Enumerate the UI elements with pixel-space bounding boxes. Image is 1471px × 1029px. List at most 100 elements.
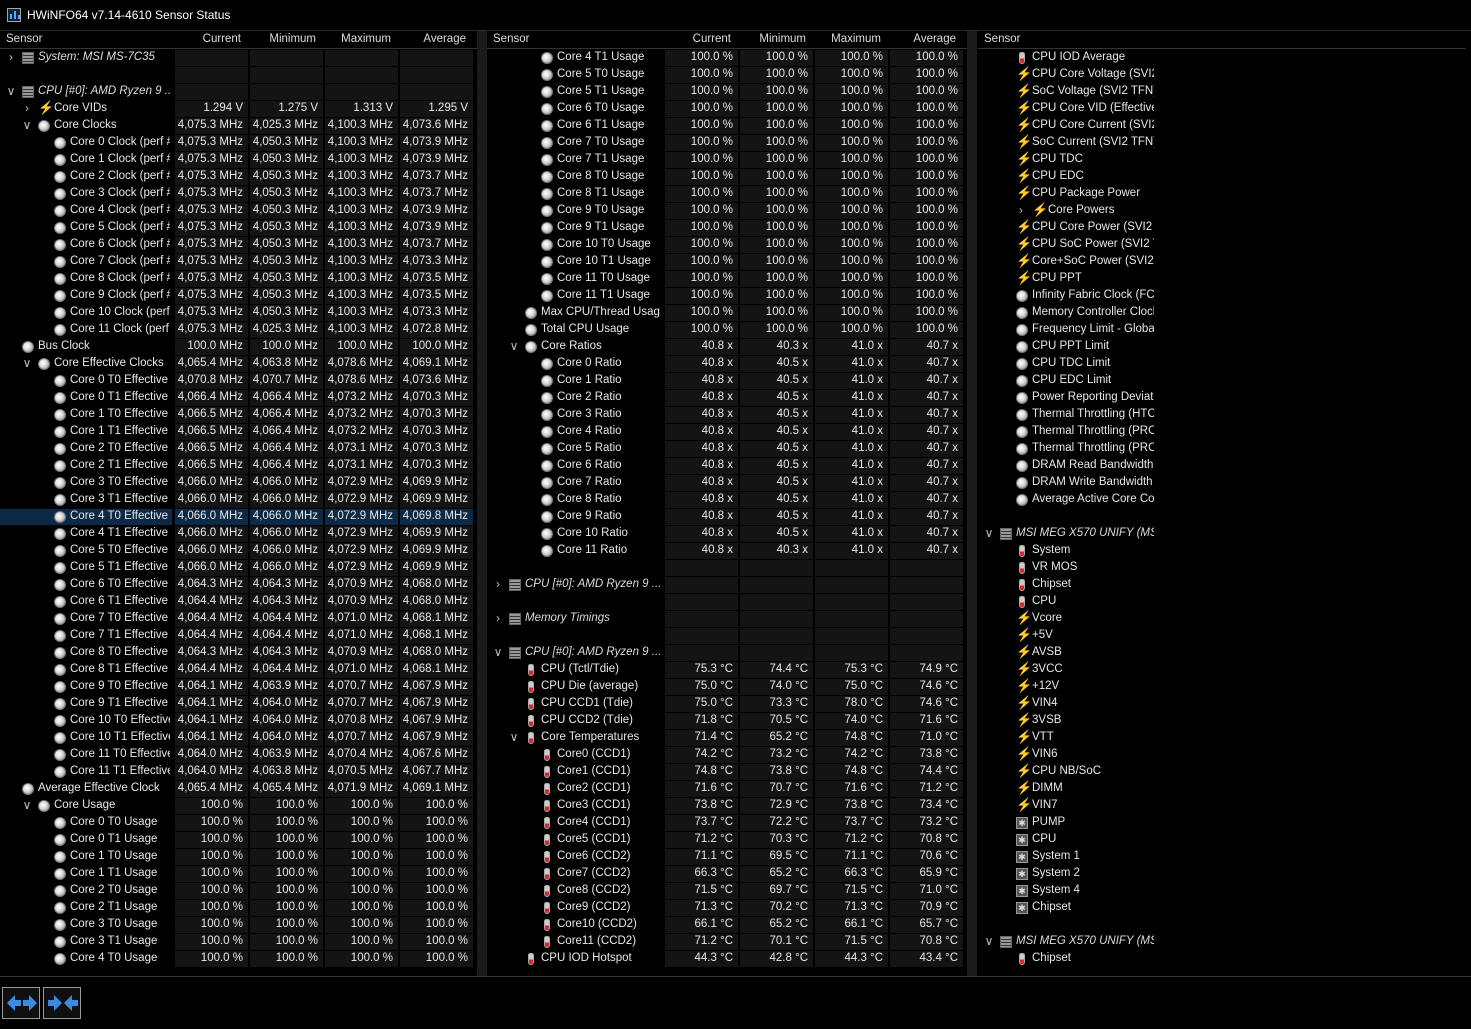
sensor-row[interactable]: Core 1 Clock (perf #... 4,075.3 MHz 4,050.… xyxy=(0,152,477,169)
sensor-row[interactable]: CPU (Tctl/Tdie) 75.3 °C 74.4 °C 75.3 °C 74.9… xyxy=(487,662,967,679)
sensor-row[interactable]: Core 3 T0 Effective C... 4,066.0 MHz 4,066… xyxy=(0,475,477,492)
sensor-row[interactable]: Core 8 Clock (perf #... 4,075.3 MHz 4,050.… xyxy=(0,271,477,288)
sensor-row[interactable]: Core 7 T0 Usage 100.0 % 100.0 % 100.0 % 100.… xyxy=(487,135,967,152)
sensor-row[interactable]: ✱Chipset6,650 RPM0 RPM8,181 RPM2,496 RPM xyxy=(978,900,1466,917)
sensor-row[interactable]: ∨ Core Usage 100.0 % 100.0 % 100.0 % 100.0 % xyxy=(0,798,477,815)
column-header[interactable]: SensorCurrentMinimumMaximumAverage xyxy=(487,31,967,49)
sensor-row[interactable]: Chipset60.3 °C60.3 °C61.8 °C60.9 °C xyxy=(978,951,1466,968)
sensor-row[interactable]: ⚡CPU Package Power135.902 W134.421 W136.… xyxy=(978,186,1466,203)
sensor-row[interactable]: Core 9 T1 Effective C... 4,064.1 MHz 4,064… xyxy=(0,696,477,713)
sensor-row[interactable]: Core 2 Clock (perf #... 4,075.3 MHz 4,050.… xyxy=(0,169,477,186)
sensor-row[interactable]: Core 3 T0 Usage 100.0 % 100.0 % 100.0 % 100.… xyxy=(0,917,477,934)
sensor-row[interactable]: Core 8 Ratio 40.8 x 40.5 x 41.0 x 40.7 x xyxy=(487,492,967,509)
sensor-row[interactable]: ⚡CPU Core Power (SVI2 TFN)115.696 W115.0… xyxy=(978,220,1466,237)
collapse-chevron-icon[interactable]: ∨ xyxy=(509,340,519,353)
sensor-row[interactable]: Core3 (CCD1) 73.8 °C 72.9 °C 73.8 °C 73.4 °C xyxy=(487,798,967,815)
sensor-row[interactable]: ⚡DIMM1.216 V1.212 V1.216 V1.216 V xyxy=(978,781,1466,798)
sensor-row[interactable]: Core 4 T0 Usage 100.0 % 100.0 % 100.0 % 100.… xyxy=(0,951,477,968)
sensor-row[interactable]: Core7 (CCD2) 66.3 °C 65.2 °C 66.3 °C 65.9 °C xyxy=(487,866,967,883)
sensor-row[interactable]: Core 0 Ratio 40.8 x 40.5 x 41.0 x 40.7 x xyxy=(487,356,967,373)
collapse-chevron-icon[interactable]: ∨ xyxy=(984,935,994,948)
column-header[interactable]: SensorCurrentMinimumMaximumAverage xyxy=(0,31,477,49)
sensor-row[interactable]: Core 4 Ratio 40.8 x 40.5 x 41.0 x 40.7 x xyxy=(487,424,967,441)
sensor-row[interactable]: Core 3 Clock (perf #... 4,075.3 MHz 4,050.… xyxy=(0,186,477,203)
collapse-chevron-icon[interactable]: ∨ xyxy=(22,119,32,132)
sensor-row[interactable]: Core 10 Clock (perf ... 4,075.3 MHz 4,050.… xyxy=(0,305,477,322)
sensor-row[interactable]: CPU IOD Hotspot 44.3 °C 42.8 °C 44.3 °C 43.4… xyxy=(487,951,967,968)
sensor-row[interactable]: ⚡AVSB3.360 V3.350 V3.362 V3.360 V xyxy=(978,645,1466,662)
sensor-row[interactable]: Core 6 Ratio 40.8 x 40.5 x 41.0 x 40.7 x xyxy=(487,458,967,475)
sensor-row[interactable]: Average Active Core Count12.012.012.012.… xyxy=(978,492,1466,509)
sensor-row[interactable]: Core 9 T0 Effective C... 4,064.1 MHz 4,063… xyxy=(0,679,477,696)
collapse-chevron-icon[interactable]: ∨ xyxy=(493,646,503,659)
sensor-row[interactable]: ›⚡Core Powers9.192 W8.505 W10.109 W9.189… xyxy=(978,203,1466,220)
sensor-row[interactable]: Core 3 Ratio 40.8 x 40.5 x 41.0 x 40.7 x xyxy=(487,407,967,424)
sensor-row[interactable]: Core 9 T1 Usage 100.0 % 100.0 % 100.0 % 100.… xyxy=(487,220,967,237)
sensor-row[interactable]: Core 5 T0 Usage 100.0 % 100.0 % 100.0 % 100.… xyxy=(487,67,967,84)
header-sensor[interactable]: Sensor xyxy=(493,33,529,45)
sensor-row[interactable]: Core 8 T0 Effective C... 4,064.3 MHz 4,064… xyxy=(0,645,477,662)
sensor-row[interactable]: Infinity Fabric Clock (FCLK)1,200.0 MHz1… xyxy=(978,288,1466,305)
sensor-row[interactable]: Core 10 T0 Effective ... 4,064.1 MHz 4,064… xyxy=(0,713,477,730)
sensor-group-row[interactable]: › System: MSI MS-7C35 xyxy=(0,50,477,67)
sensor-row[interactable]: Core 1 Ratio 40.8 x 40.5 x 41.0 x 40.7 x xyxy=(487,373,967,390)
hwinfo-app-icon[interactable] xyxy=(7,8,21,22)
collapse-chevron-icon[interactable]: ∨ xyxy=(984,527,994,540)
sensor-row[interactable]: ⚡+5V5.010 V5.010 V5.020 V5.010 V xyxy=(978,628,1466,645)
collapse-chevron-icon[interactable]: ∨ xyxy=(6,85,16,98)
header-sensor[interactable]: Sensor xyxy=(6,33,42,45)
collapse-chevron-icon[interactable]: ∨ xyxy=(509,731,519,744)
header-current[interactable]: Current xyxy=(174,33,241,45)
sensor-row[interactable]: ⚡CPU PPT135.913 W135.366 W136.250 W135.7… xyxy=(978,271,1466,288)
sensor-row[interactable]: Core8 (CCD2) 71.5 °C 69.7 °C 71.5 °C 71.0 °C xyxy=(487,883,967,900)
sensor-row[interactable]: ✱System 41,252 RPM1,244 RPM1,275 RPM1,25… xyxy=(978,883,1466,900)
sensor-row[interactable]: Core 0 T1 Usage 100.0 % 100.0 % 100.0 % 100.… xyxy=(0,832,477,849)
sensor-row[interactable]: Core 8 T1 Effective C... 4,064.4 MHz 4,064… xyxy=(0,662,477,679)
sensor-row[interactable]: Core 4 Clock (perf #... 4,075.3 MHz 4,050.… xyxy=(0,203,477,220)
collapse-chevron-icon[interactable]: ∨ xyxy=(22,799,32,812)
header-current[interactable]: Current xyxy=(664,33,731,45)
sensor-row[interactable]: Core 2 T0 Usage 100.0 % 100.0 % 100.0 % 100.… xyxy=(0,883,477,900)
sensor-row[interactable]: CPU CCD1 (Tdie) 75.0 °C 73.3 °C 78.0 °C 74.6… xyxy=(487,696,967,713)
sensor-row[interactable]: Core 10 T0 Usage 100.0 % 100.0 % 100.0 % 100… xyxy=(487,237,967,254)
compact-view-button[interactable] xyxy=(43,987,81,1019)
sensor-row[interactable]: Core 1 T1 Usage 100.0 % 100.0 % 100.0 % 100.… xyxy=(0,866,477,883)
expand-chevron-icon[interactable]: › xyxy=(493,612,503,625)
sensor-row[interactable]: Core 10 T1 Usage 100.0 % 100.0 % 100.0 % 100… xyxy=(487,254,967,271)
sensor-row[interactable]: Core 7 T1 Usage 100.0 % 100.0 % 100.0 % 100.… xyxy=(487,152,967,169)
sensor-row[interactable]: CPU75 °C74 °C75 °C75 °C xyxy=(978,594,1466,611)
sensor-row[interactable]: ⚡CPU Core VID (Effective)1.369 V1.350 V1… xyxy=(978,101,1466,118)
sensor-row[interactable]: Bus Clock 100.0 MHz 100.0 MHz 100.0 MHz 100.… xyxy=(0,339,477,356)
sensor-row[interactable]: CPU Die (average) 75.0 °C 74.0 °C 75.0 °C 74… xyxy=(487,679,967,696)
sensor-row[interactable]: ⚡VIN71.512 V1.510 V1.514 V1.512 V xyxy=(978,798,1466,815)
sensor-row[interactable]: Core 9 T0 Usage 100.0 % 100.0 % 100.0 % 100.… xyxy=(487,203,967,220)
sensor-row[interactable]: Total CPU Usage 100.0 % 100.0 % 100.0 % 100.… xyxy=(487,322,967,339)
sensor-row[interactable]: ⚡CPU Core Voltage (SVI2 T...1.300 V1.281… xyxy=(978,67,1466,84)
sensor-row[interactable]: Core 1 T0 Usage 100.0 % 100.0 % 100.0 % 100.… xyxy=(0,849,477,866)
sensor-row[interactable]: Core 1 T1 Effective C... 4,066.5 MHz 4,066… xyxy=(0,424,477,441)
panel-splitter[interactable] xyxy=(477,31,487,976)
sensor-row[interactable]: DRAM Read Bandwidth0.051 Gbps0.051 Gbps0… xyxy=(978,458,1466,475)
column-header[interactable]: SensorCurrentMinimumMaximumAverage xyxy=(978,31,1466,49)
sensor-row[interactable]: Core 0 Clock (perf #... 4,075.3 MHz 4,050.… xyxy=(0,135,477,152)
sensor-row[interactable]: Core 11 Ratio 40.8 x 40.3 x 41.0 x 40.7 x xyxy=(487,543,967,560)
sensor-row[interactable]: Core5 (CCD1) 71.2 °C 70.3 °C 71.2 °C 70.8 °C xyxy=(487,832,967,849)
sensor-row[interactable]: Core 5 Ratio 40.8 x 40.5 x 41.0 x 40.7 x xyxy=(487,441,967,458)
sensor-row[interactable]: Core 1 T0 Effective C... 4,066.5 MHz 4,066… xyxy=(0,407,477,424)
sensor-row[interactable]: Core6 (CCD2) 71.1 °C 69.5 °C 71.1 °C 70.6 °C xyxy=(487,849,967,866)
sensor-row[interactable]: Max CPU/Thread Usage 100.0 % 100.0 % 100.0 … xyxy=(487,305,967,322)
sensor-row[interactable]: Core 4 T1 Effective C... 4,066.0 MHz 4,066… xyxy=(0,526,477,543)
sensor-row[interactable]: CPU PPT Limit95.7 %95.3 %96.0 %95.6 % xyxy=(978,339,1466,356)
sensor-row[interactable]: Core 2 T1 Effective C... 4,066.5 MHz 4,066… xyxy=(0,458,477,475)
sensor-row[interactable]: Core 9 Ratio 40.8 x 40.5 x 41.0 x 40.7 x xyxy=(487,509,967,526)
sensor-row[interactable]: ∨ Core Ratios 40.8 x 40.3 x 41.0 x 40.7 x xyxy=(487,339,967,356)
sensor-row[interactable]: Core 2 T1 Usage 100.0 % 100.0 % 100.0 % 100.… xyxy=(0,900,477,917)
sensor-row[interactable]: Core 7 T1 Effective C... 4,064.4 MHz 4,064… xyxy=(0,628,477,645)
collapse-chevron-icon[interactable]: ∨ xyxy=(22,357,32,370)
sensor-row[interactable]: ∨ Core Effective Clocks 4,065.4 MHz 4,063.8… xyxy=(0,356,477,373)
sensor-row[interactable]: Core 4 T1 Usage 100.0 % 100.0 % 100.0 % 100.… xyxy=(487,50,967,67)
header-average[interactable]: Average xyxy=(889,33,956,45)
sensor-row[interactable]: ⚡CPU SoC Power (SVI2 TFN)10.034 W10.002 … xyxy=(978,237,1466,254)
sensor-row[interactable]: ⚡SoC Current (SVI2 TFN)9.911 A9.879 A10.… xyxy=(978,135,1466,152)
sensor-row[interactable]: Core 11 T0 Effective ... 4,064.0 MHz 4,063… xyxy=(0,747,477,764)
